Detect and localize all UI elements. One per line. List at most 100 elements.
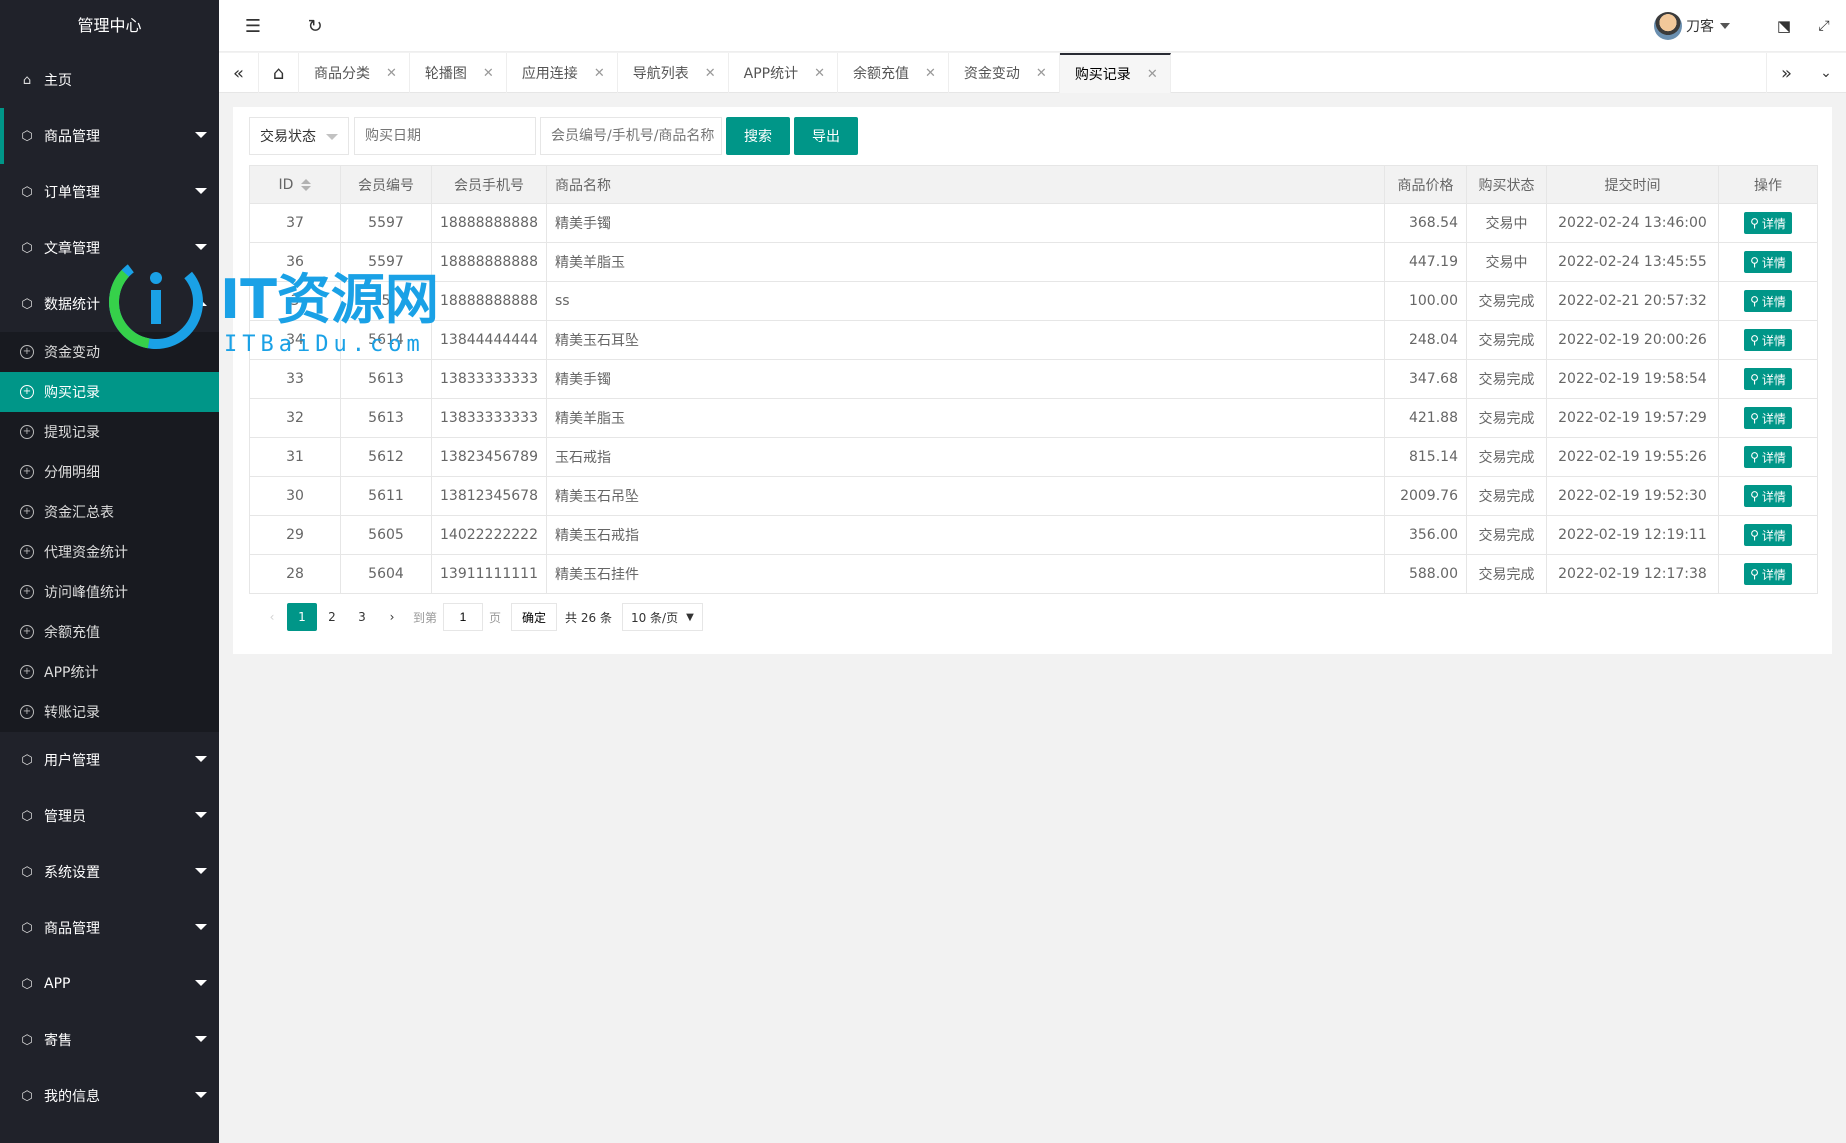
cell-product: 玉石戒指 bbox=[545, 437, 1385, 477]
chevron-up-icon bbox=[195, 300, 207, 306]
sidebar-group-stats[interactable]: ⬡ 数据统计 bbox=[0, 276, 219, 332]
sidebar-subitem-9[interactable]: + 转账记录 bbox=[0, 692, 219, 732]
detail-button[interactable]: ⚲ 详情 bbox=[1744, 251, 1792, 273]
cube-icon: ⬡ bbox=[21, 296, 33, 312]
sidebar-subitem-3[interactable]: + 分佣明细 bbox=[0, 452, 219, 492]
close-icon[interactable]: ✕ bbox=[814, 66, 825, 81]
close-icon[interactable]: ✕ bbox=[594, 66, 605, 81]
detail-button[interactable]: ⚲ 详情 bbox=[1744, 485, 1792, 507]
goto-confirm-button[interactable]: 确定 bbox=[511, 603, 558, 631]
cell-member-id: 5614 bbox=[340, 320, 432, 360]
cell-member-id: 5597 bbox=[340, 203, 432, 243]
goto-page-input[interactable] bbox=[443, 603, 484, 631]
search-icon: ⚲ bbox=[1750, 255, 1759, 269]
sidebar-group-bottom-3[interactable]: ⬡ 商品管理 bbox=[0, 900, 219, 956]
column-header-id[interactable]: ID bbox=[249, 165, 341, 204]
close-icon[interactable]: ✕ bbox=[1147, 67, 1158, 82]
prev-page-icon[interactable]: ‹ bbox=[257, 603, 287, 631]
refresh-icon[interactable]: ↻ bbox=[303, 14, 327, 38]
sidebar-item-label: APP bbox=[44, 976, 71, 992]
top-header: ☰ ↻ 刀客 ⬔ ⤢ bbox=[219, 0, 1846, 52]
detail-button[interactable]: ⚲ 详情 bbox=[1744, 329, 1792, 351]
cell-product: 精美羊脂玉 bbox=[545, 398, 1385, 438]
sort-icon[interactable] bbox=[301, 178, 312, 191]
status-select[interactable]: 交易状态 bbox=[249, 117, 349, 155]
page-number[interactable]: 2 bbox=[317, 603, 347, 631]
cell-id: 36 bbox=[249, 242, 341, 282]
cell-time: 2022-02-19 20:00:26 bbox=[1545, 320, 1719, 360]
cell-status: 交易中 bbox=[1465, 242, 1547, 282]
sidebar-subitem-8[interactable]: + APP统计 bbox=[0, 652, 219, 692]
tab-5[interactable]: 余额充值 ✕ bbox=[838, 53, 949, 93]
detail-button[interactable]: ⚲ 详情 bbox=[1744, 446, 1792, 468]
sidebar-item-label: 管理员 bbox=[44, 809, 86, 825]
detail-button[interactable]: ⚲ 详情 bbox=[1744, 563, 1792, 585]
close-icon[interactable]: ✕ bbox=[386, 66, 397, 81]
sidebar-group-bottom-6[interactable]: ⬡ 我的信息 bbox=[0, 1068, 219, 1124]
cell-price: 248.04 bbox=[1383, 320, 1467, 360]
cube-icon: ⬡ bbox=[21, 1088, 33, 1104]
sidebar-group-bottom-2[interactable]: ⬡ 系统设置 bbox=[0, 844, 219, 900]
tabs-list: 商品分类 ✕ 轮播图 ✕ 应用连接 ✕ 导航列表 ✕ APP统计 ✕ 余额充值 ✕ 资金变动 ✕ 购买记录 ✕ bbox=[299, 53, 1171, 93]
sidebar-item-home[interactable]: ⌂ 主页 bbox=[0, 52, 219, 108]
tag-icon[interactable]: ⬔ bbox=[1772, 14, 1796, 38]
tab-4[interactable]: APP统计 ✕ bbox=[729, 53, 838, 93]
close-icon[interactable]: ✕ bbox=[925, 66, 936, 81]
sidebar-subitem-7[interactable]: + 余额充值 bbox=[0, 612, 219, 652]
sidebar-subitem-5[interactable]: + 代理资金统计 bbox=[0, 532, 219, 572]
export-button[interactable]: 导出 bbox=[794, 117, 858, 155]
sidebar-item-label: 用户管理 bbox=[44, 753, 100, 769]
detail-button[interactable]: ⚲ 详情 bbox=[1744, 407, 1792, 429]
cell-price: 2009.76 bbox=[1383, 476, 1467, 516]
tab-2[interactable]: 应用连接 ✕ bbox=[507, 53, 618, 93]
home-tab-icon[interactable]: ⌂ bbox=[259, 53, 299, 93]
fullscreen-icon[interactable]: ⤢ bbox=[1812, 14, 1836, 38]
tabs-scroll-left-icon[interactable]: « bbox=[219, 53, 259, 93]
page-number[interactable]: 3 bbox=[347, 603, 377, 631]
sidebar-item-label: 商品管理 bbox=[44, 921, 100, 937]
cell-id: 31 bbox=[249, 437, 341, 477]
chevron-down-icon bbox=[195, 1036, 207, 1042]
search-button[interactable]: 搜索 bbox=[726, 117, 790, 155]
user-menu[interactable]: 刀客 bbox=[1654, 12, 1730, 40]
sidebar-subitem-6[interactable]: + 访问峰值统计 bbox=[0, 572, 219, 612]
sidebar-group-2[interactable]: ⬡ 文章管理 bbox=[0, 220, 219, 276]
cell-id: 34 bbox=[249, 320, 341, 360]
sidebar-group-bottom-1[interactable]: ⬡ 管理员 bbox=[0, 788, 219, 844]
sidebar-subitem-2[interactable]: + 提现记录 bbox=[0, 412, 219, 452]
cell-member-id: 5597 bbox=[340, 242, 432, 282]
page-number[interactable]: 1 bbox=[287, 603, 317, 631]
plus-circle-icon: + bbox=[20, 625, 34, 639]
tabs-scroll-right-icon[interactable]: » bbox=[1766, 53, 1806, 93]
cell-id: 33 bbox=[249, 359, 341, 399]
detail-button[interactable]: ⚲ 详情 bbox=[1744, 368, 1792, 390]
tab-6[interactable]: 资金变动 ✕ bbox=[949, 53, 1060, 93]
sidebar-subitem-label: 转账记录 bbox=[44, 705, 100, 721]
sidebar-group-bottom-4[interactable]: ⬡ APP bbox=[0, 956, 219, 1012]
sidebar-subitem-4[interactable]: + 资金汇总表 bbox=[0, 492, 219, 532]
search-icon: ⚲ bbox=[1750, 333, 1759, 347]
next-page-icon[interactable]: › bbox=[377, 603, 407, 631]
tab-3[interactable]: 导航列表 ✕ bbox=[618, 53, 729, 93]
tab-7[interactable]: 购买记录 ✕ bbox=[1059, 53, 1171, 93]
sidebar-group-0[interactable]: ⬡ 商品管理 bbox=[0, 108, 219, 164]
sidebar-subitem-1[interactable]: + 购买记录 bbox=[0, 372, 219, 412]
keyword-search-input[interactable] bbox=[540, 117, 722, 155]
close-icon[interactable]: ✕ bbox=[705, 66, 716, 81]
detail-button[interactable]: ⚲ 详情 bbox=[1744, 212, 1792, 234]
tab-0[interactable]: 商品分类 ✕ bbox=[299, 53, 410, 93]
purchase-date-input[interactable] bbox=[354, 117, 536, 155]
detail-button[interactable]: ⚲ 详情 bbox=[1744, 524, 1792, 546]
tab-1[interactable]: 轮播图 ✕ bbox=[410, 53, 507, 93]
sidebar-group-bottom-0[interactable]: ⬡ 用户管理 bbox=[0, 732, 219, 788]
sidebar-group-bottom-5[interactable]: ⬡ 寄售 bbox=[0, 1012, 219, 1068]
sidebar-subitem-0[interactable]: + 资金变动 bbox=[0, 332, 219, 372]
page-size-select[interactable]: 10 条/页 ▼ bbox=[621, 603, 703, 631]
close-icon[interactable]: ✕ bbox=[483, 66, 494, 81]
detail-button[interactable]: ⚲ 详情 bbox=[1744, 290, 1792, 312]
detail-label: 详情 bbox=[1761, 372, 1786, 387]
close-icon[interactable]: ✕ bbox=[1036, 66, 1047, 81]
tabs-menu-chevron-icon[interactable]: ⌄ bbox=[1806, 53, 1846, 93]
collapse-menu-icon[interactable]: ☰ bbox=[241, 14, 265, 38]
sidebar-group-1[interactable]: ⬡ 订单管理 bbox=[0, 164, 219, 220]
